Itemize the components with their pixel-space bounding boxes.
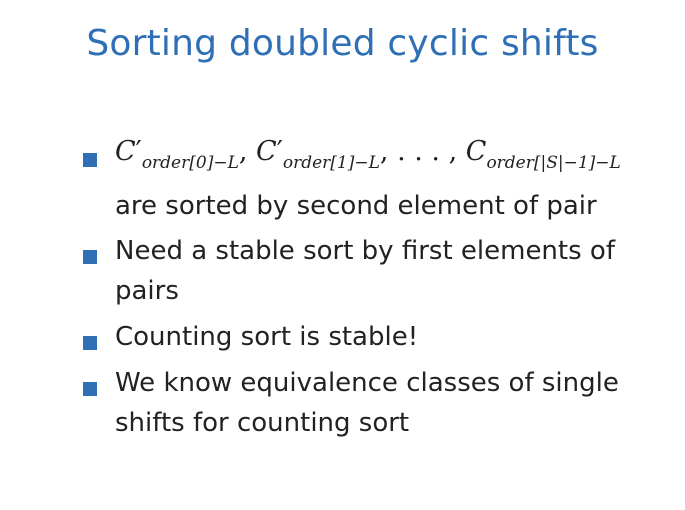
slide-title: Sorting doubled cyclic shifts — [86, 23, 599, 64]
bullet-text-line1: Counting sort is stable! — [115, 322, 419, 352]
square-bullet-icon — [83, 382, 97, 396]
math-base: C — [465, 136, 487, 167]
bullet-item-equivalence-classes: We know equivalence classes of single sh… — [82, 363, 652, 443]
math-subscript: order[|S|−1]−L — [486, 153, 621, 173]
math-term-3: Corder[|S|−1]−L — [465, 136, 621, 173]
math-expression: C′order[0]−L, C′order[1]−L, . . . , Cord… — [115, 128, 652, 187]
square-bullet-icon — [83, 250, 97, 264]
math-ellipsis: . . . , — [397, 136, 458, 167]
math-separator: , — [379, 136, 389, 167]
bullet-item-sorted-shifts: C′order[0]−L, C′order[1]−L, . . . , Cord… — [82, 128, 652, 225]
math-term-2: C′order[1]−L — [256, 136, 380, 173]
math-base: C — [115, 136, 136, 167]
math-subscript: order[0]−L — [141, 153, 239, 173]
math-subscript: order[1]−L — [282, 153, 380, 173]
math-term-1: C′order[0]−L — [115, 136, 239, 173]
bullet-list: C′order[0]−L, C′order[1]−L, . . . , Cord… — [82, 128, 652, 443]
square-bullet-icon — [83, 336, 97, 350]
slide: Sorting doubled cyclic shifts C′order[0]… — [0, 0, 685, 510]
math-separator: , — [238, 136, 248, 167]
bullet-text-line1: Need a stable sort by first elements of — [115, 236, 615, 266]
bullet-item-stable-sort: Need a stable sort by first elements of … — [82, 231, 652, 311]
bullet-text: are sorted by second element of pair — [115, 191, 597, 221]
bullet-text-line2: shifts for counting sort — [115, 408, 410, 438]
bullet-item-counting-sort: Counting sort is stable! — [82, 317, 652, 357]
square-bullet-icon — [83, 153, 97, 167]
math-base: C — [256, 136, 277, 167]
bullet-text-line2: pairs — [115, 276, 179, 306]
bullet-text-line1: We know equivalence classes of single — [115, 368, 619, 398]
